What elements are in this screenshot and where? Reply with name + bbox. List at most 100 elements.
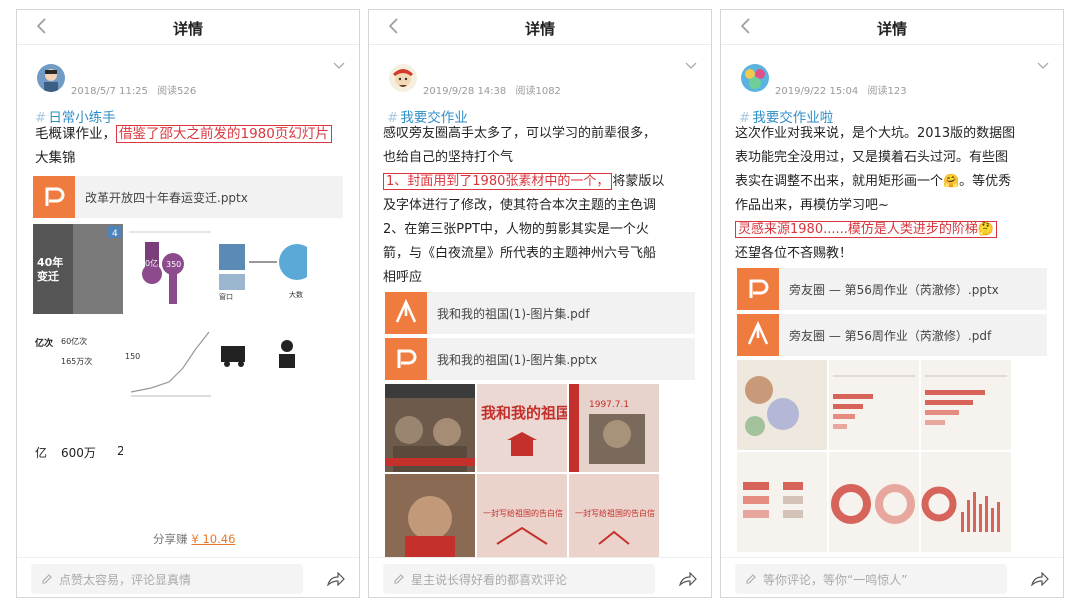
comment-input[interactable]: 等你评论，等你“一鸣惊人” bbox=[735, 564, 1007, 594]
attachment-file[interactable]: 旁友圈 — 第56周作业（芮澈修）.pdf bbox=[737, 314, 1047, 356]
slide-thumbnail[interactable]: 亿次 60亿次 165万次 bbox=[33, 316, 123, 406]
file-name: 旁友圈 — 第56周作业（芮澈修）.pptx bbox=[789, 283, 999, 297]
post-body: 感叹旁友圈高手太多了，可以学习的前辈很多， 也给自己的坚持打个气 1、封面用到了… bbox=[383, 122, 664, 290]
text-segment: 箭，与《白夜流星》所代表的主题神州六号飞船 bbox=[383, 246, 657, 261]
text-segment: 相呼应 bbox=[383, 270, 423, 285]
avatar[interactable] bbox=[37, 64, 65, 92]
comment-input[interactable]: 星主说长得好看的都喜欢评论 bbox=[383, 564, 655, 594]
slide-thumbnail[interactable] bbox=[829, 360, 919, 450]
attachment-file[interactable]: 改革开放四十年春运变迁.pptx bbox=[33, 176, 343, 218]
slide-thumbnail[interactable]: 1997.7.1 bbox=[569, 384, 659, 472]
thumb-text: 0亿 bbox=[145, 259, 159, 268]
slide-thumbnail[interactable] bbox=[737, 452, 827, 552]
post-date: 2019/9/22 15:04 bbox=[775, 86, 859, 97]
pencil-icon bbox=[42, 574, 52, 584]
text-line: 表实在调整不出来，就用矩形画一个🤗。等优秀 bbox=[735, 170, 1015, 194]
pencil-icon bbox=[746, 574, 756, 584]
post-body: 这次作业对我来说，是个大坑。2013版的数据图 表功能完全没用过，又是摸着石头过… bbox=[735, 122, 1015, 266]
header-bar: 详情 bbox=[369, 10, 711, 44]
post-meta: 2018/5/7 11:25 阅读526 bbox=[71, 82, 202, 97]
slide-thumbnail[interactable] bbox=[921, 360, 1011, 450]
post-date: 2019/9/28 14:38 bbox=[423, 86, 507, 97]
text-segment: 还望各位不吝赐教！ bbox=[735, 246, 853, 261]
slide-thumbnail[interactable]: 一封写给祖国的告白信 bbox=[477, 474, 567, 558]
share-label: 分享赚 bbox=[153, 532, 188, 546]
thumb-text: 亿 bbox=[35, 446, 48, 460]
slide-thumbnail[interactable]: 0亿 350 bbox=[125, 224, 215, 314]
pencil-icon bbox=[394, 574, 404, 584]
avatar[interactable] bbox=[741, 64, 769, 92]
thumb-text: 一封写给祖国的告白信 bbox=[575, 509, 655, 518]
file-name: 我和我的祖国(1)-图片集.pdf bbox=[437, 307, 590, 321]
slide-thumbnail[interactable]: 我和我的祖国 bbox=[477, 384, 567, 472]
header-bar: 详情 bbox=[721, 10, 1063, 44]
chevron-down-icon[interactable] bbox=[685, 62, 697, 70]
share-icon[interactable] bbox=[327, 572, 345, 586]
post-detail-screen: 详情 2019/9/22 15:04 阅读123 # 我要交作业啦 这次作业对我来… bbox=[720, 9, 1064, 598]
text-segment: 及字体进行了修改，使其符合本次主题的主色调 bbox=[383, 198, 657, 213]
slide-thumbnail[interactable] bbox=[217, 316, 307, 406]
slide-thumbnail[interactable]: 4 40年 变迁 bbox=[33, 224, 123, 314]
text-line: 箭，与《白夜流星》所代表的主题神州六号飞船 bbox=[383, 242, 664, 266]
text-line: 表功能完全没用过，又是摸着石头过河。有些图 bbox=[735, 146, 1015, 170]
avatar[interactable] bbox=[389, 64, 417, 92]
share-earn[interactable]: 分享赚 ¥ 10.46 bbox=[153, 531, 235, 547]
post-meta: 2019/9/28 14:38 阅读1082 bbox=[423, 82, 567, 97]
slide-thumbnail[interactable] bbox=[385, 384, 475, 472]
text-segment: 也给自己的坚持打个气 bbox=[383, 150, 514, 165]
text-segment: 2、在第三张PPT中，人物的剪影其实是一个火 bbox=[383, 222, 649, 237]
text-line: 也给自己的坚持打个气 bbox=[383, 146, 664, 170]
share-icon[interactable] bbox=[679, 572, 697, 586]
highlighted-text: 借鉴了邵大之前发的1980页幻灯片 bbox=[116, 125, 332, 143]
attachment-file[interactable]: 我和我的祖国(1)-图片集.pptx bbox=[385, 338, 695, 380]
page-title: 详情 bbox=[524, 20, 555, 38]
comment-bar: 点赞太容易，评论显真情 bbox=[17, 557, 359, 597]
slide-thumbnail[interactable]: 窗口 大数 bbox=[217, 224, 307, 314]
slide-thumbnail[interactable] bbox=[385, 474, 475, 558]
slide-thumbnail[interactable] bbox=[829, 452, 919, 552]
thumb-text: 60亿次 bbox=[61, 337, 88, 346]
chevron-down-icon[interactable] bbox=[333, 62, 345, 70]
comment-placeholder: 点赞太容易，评论显真情 bbox=[59, 573, 192, 587]
file-name: 我和我的祖国(1)-图片集.pptx bbox=[437, 353, 598, 367]
thumb-text: 150 bbox=[125, 352, 141, 361]
text-line: 作品出来，再模仿学习吧~ bbox=[735, 194, 1015, 218]
text-segment: 作品出来，再模仿学习吧~ bbox=[735, 198, 889, 213]
slide-thumbnail[interactable]: 150 bbox=[125, 316, 215, 406]
attachment-file[interactable]: 旁友圈 — 第56周作业（芮澈修）.pptx bbox=[737, 268, 1047, 310]
chevron-down-icon[interactable] bbox=[1037, 62, 1049, 70]
text-segment: 毛概课作业， bbox=[35, 126, 116, 142]
post-views: 阅读1082 bbox=[515, 86, 561, 97]
pptx-file-icon bbox=[385, 338, 427, 380]
pptx-file-icon bbox=[737, 268, 779, 310]
comment-input[interactable]: 点赞太容易，评论显真情 bbox=[31, 564, 303, 594]
post-views: 阅读526 bbox=[157, 86, 197, 97]
page-title: 详情 bbox=[876, 20, 907, 38]
thumb-text: 1997.7.1 bbox=[589, 400, 630, 410]
attachment-file[interactable]: 我和我的祖国(1)-图片集.pdf bbox=[385, 292, 695, 334]
header-bar: 详情 bbox=[17, 10, 359, 44]
slide-thumbnail[interactable]: 一封写给祖国的告白信 bbox=[569, 474, 659, 558]
pptx-file-icon bbox=[33, 176, 75, 218]
text-line: 相呼应 bbox=[383, 266, 664, 290]
share-icon[interactable] bbox=[1031, 572, 1049, 586]
text-line: 灵感来源1980......模仿是人类进步的阶梯🤔 bbox=[735, 218, 1015, 242]
slide-thumbnail[interactable] bbox=[921, 452, 1011, 552]
slide-thumbnail[interactable] bbox=[737, 360, 827, 450]
thumb-text: 我和我的祖国 bbox=[481, 404, 567, 422]
thumb-text: 窗口 bbox=[219, 293, 233, 301]
divider bbox=[17, 44, 359, 45]
divider bbox=[721, 44, 1063, 45]
text-line: 2、在第三张PPT中，人物的剪影其实是一个火 bbox=[383, 218, 664, 242]
share-amount[interactable]: ¥ 10.46 bbox=[192, 532, 236, 546]
thumb-text: 大数 bbox=[289, 291, 303, 299]
pdf-file-icon bbox=[737, 314, 779, 356]
text-segment: 大集锦 bbox=[35, 150, 76, 166]
post-body: 毛概课作业， 借鉴了邵大之前发的1980页幻灯片 大集锦 bbox=[35, 122, 332, 170]
comment-bar: 星主说长得好看的都喜欢评论 bbox=[369, 557, 711, 597]
post-date: 2018/5/7 11:25 bbox=[71, 86, 148, 97]
highlighted-text: 1、封面用到了1980张素材中的一个， bbox=[383, 173, 613, 190]
page-title: 详情 bbox=[172, 20, 203, 38]
slide-thumbnail[interactable]: 亿 600万 2 bbox=[33, 408, 123, 498]
text-line: 及字体进行了修改，使其符合本次主题的主色调 bbox=[383, 194, 664, 218]
